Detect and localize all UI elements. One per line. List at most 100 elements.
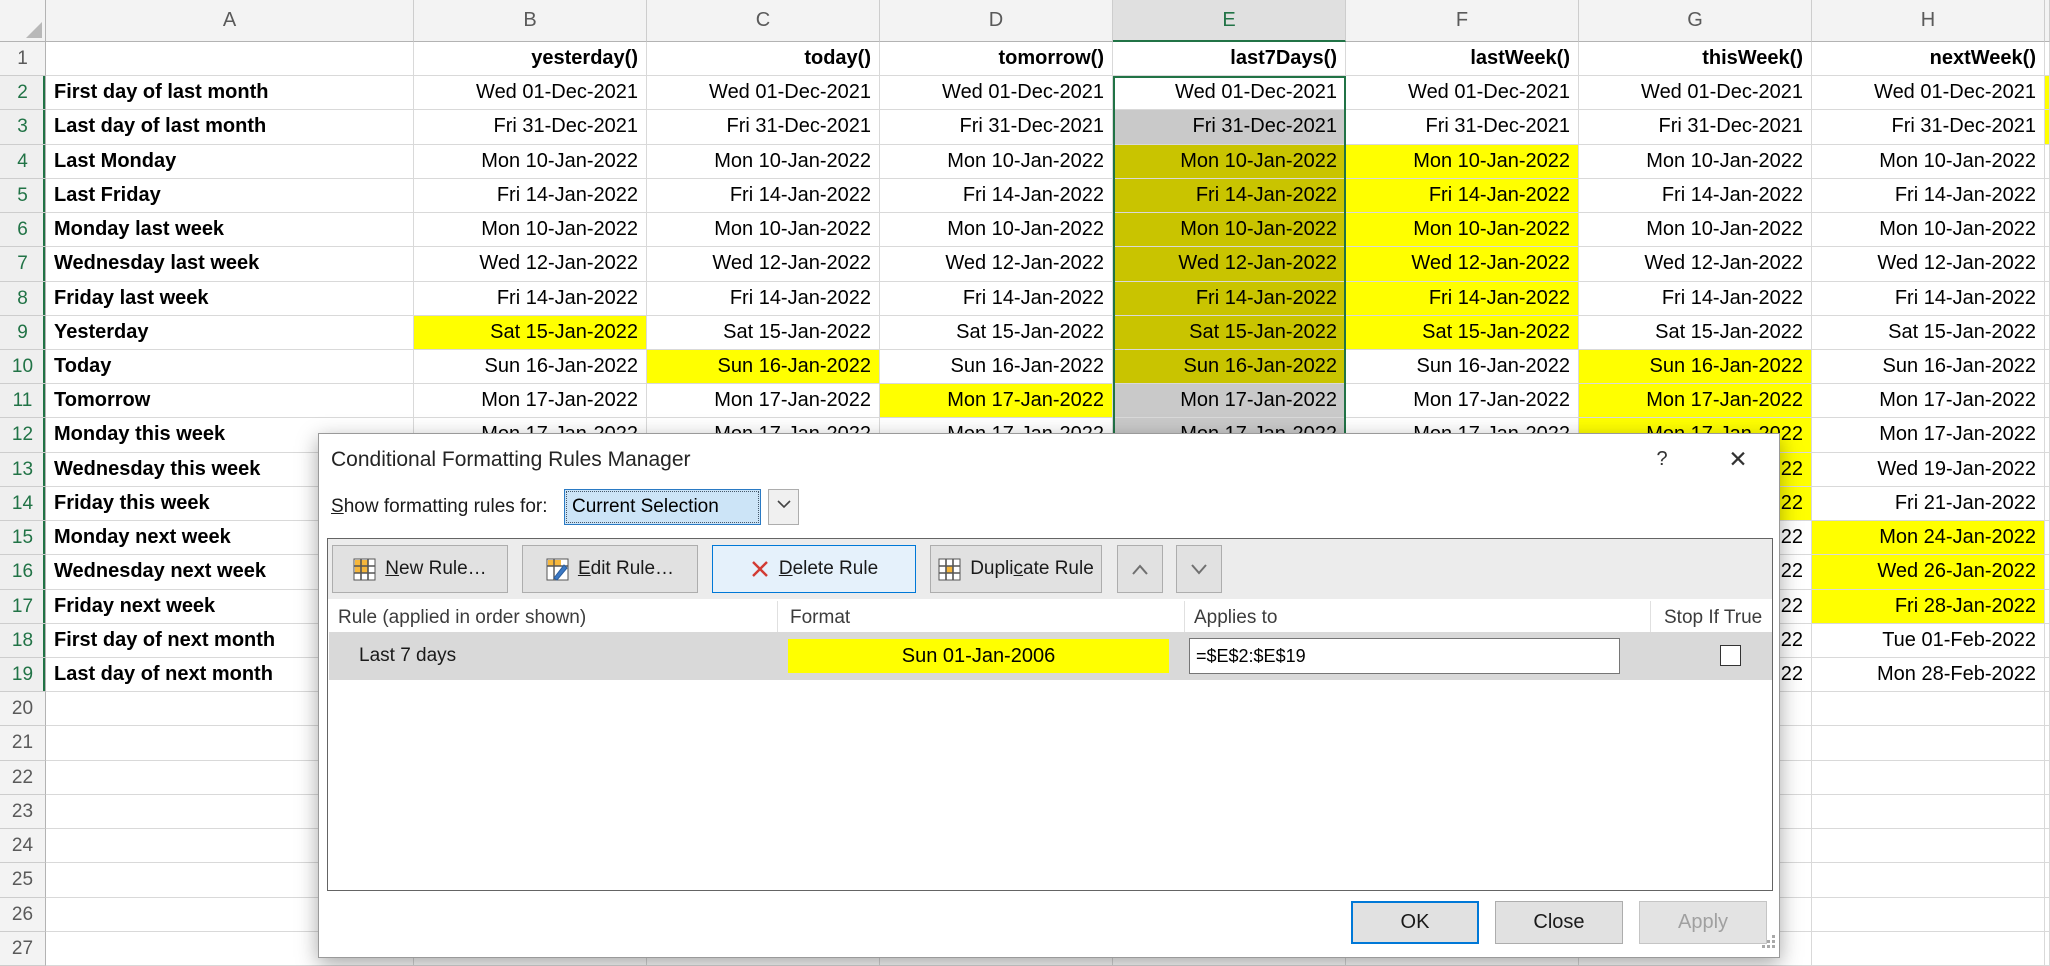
row-header-22[interactable]: 22 bbox=[0, 761, 46, 795]
close-icon[interactable]: ✕ bbox=[1723, 444, 1753, 474]
row-header-26[interactable]: 26 bbox=[0, 898, 46, 932]
cell-H4[interactable]: Mon 10-Jan-2022 bbox=[1812, 145, 2045, 179]
cell-H16[interactable]: Wed 26-Jan-2022 bbox=[1812, 555, 2045, 589]
cell-D1[interactable]: tomorrow() bbox=[880, 42, 1113, 76]
apply-button-disabled[interactable]: Apply bbox=[1639, 901, 1767, 944]
row-header-19[interactable]: 19 bbox=[0, 658, 46, 692]
row-header-6[interactable]: 6 bbox=[0, 213, 46, 247]
cell-E7[interactable]: Wed 12-Jan-2022 bbox=[1113, 247, 1346, 281]
cell-C4[interactable]: Mon 10-Jan-2022 bbox=[647, 145, 880, 179]
cell-F9[interactable]: Sat 15-Jan-2022 bbox=[1346, 316, 1579, 350]
cell-H25[interactable] bbox=[1812, 863, 2045, 897]
cell-A7[interactable]: Wednesday last week bbox=[46, 247, 414, 281]
cell-G3[interactable]: Fri 31-Dec-2021 bbox=[1579, 110, 1812, 144]
cell-G10[interactable]: Sun 16-Jan-2022 bbox=[1579, 350, 1812, 384]
cell-A11[interactable]: Tomorrow bbox=[46, 384, 414, 418]
cell-B11[interactable]: Mon 17-Jan-2022 bbox=[414, 384, 647, 418]
cell-H1[interactable]: nextWeek() bbox=[1812, 42, 2045, 76]
applies-to-range-input[interactable]: =$E$2:$E$19 bbox=[1189, 638, 1620, 674]
row-header-3[interactable]: 3 bbox=[0, 110, 46, 144]
cell-A9[interactable]: Yesterday bbox=[46, 316, 414, 350]
cell-F5[interactable]: Fri 14-Jan-2022 bbox=[1346, 179, 1579, 213]
cell-H17[interactable]: Fri 28-Jan-2022 bbox=[1812, 590, 2045, 624]
cell-B5[interactable]: Fri 14-Jan-2022 bbox=[414, 179, 647, 213]
column-header-F[interactable]: F bbox=[1346, 0, 1579, 42]
cell-A2[interactable]: First day of last month bbox=[46, 76, 414, 110]
new-rule-button[interactable]: New Rule… bbox=[332, 545, 508, 593]
cell-D9[interactable]: Sat 15-Jan-2022 bbox=[880, 316, 1113, 350]
cell-H6[interactable]: Mon 10-Jan-2022 bbox=[1812, 213, 2045, 247]
cell-F4[interactable]: Mon 10-Jan-2022 bbox=[1346, 145, 1579, 179]
column-header-E[interactable]: E bbox=[1113, 0, 1346, 42]
cell-B6[interactable]: Mon 10-Jan-2022 bbox=[414, 213, 647, 247]
cell-H23[interactable] bbox=[1812, 795, 2045, 829]
ok-button[interactable]: OK bbox=[1351, 901, 1479, 944]
scope-dropdown-arrow-button[interactable] bbox=[768, 489, 799, 525]
cell-C8[interactable]: Fri 14-Jan-2022 bbox=[647, 282, 880, 316]
column-header-H[interactable]: H bbox=[1812, 0, 2045, 42]
delete-rule-button[interactable]: Delete Rule bbox=[712, 545, 916, 593]
cell-H14[interactable]: Fri 21-Jan-2022 bbox=[1812, 487, 2045, 521]
cell-E3[interactable]: Fri 31-Dec-2021 bbox=[1113, 110, 1346, 144]
cell-D3[interactable]: Fri 31-Dec-2021 bbox=[880, 110, 1113, 144]
cell-D11[interactable]: Mon 17-Jan-2022 bbox=[880, 384, 1113, 418]
scope-dropdown[interactable]: Current Selection bbox=[564, 489, 761, 525]
cell-E10[interactable]: Sun 16-Jan-2022 bbox=[1113, 350, 1346, 384]
cell-H21[interactable] bbox=[1812, 726, 2045, 760]
resize-grip[interactable] bbox=[1761, 934, 1776, 954]
cell-E1[interactable]: last7Days() bbox=[1113, 42, 1346, 76]
cell-E4[interactable]: Mon 10-Jan-2022 bbox=[1113, 145, 1346, 179]
duplicate-rule-button[interactable]: Duplicate Rule bbox=[930, 545, 1102, 593]
cell-A8[interactable]: Friday last week bbox=[46, 282, 414, 316]
cell-C7[interactable]: Wed 12-Jan-2022 bbox=[647, 247, 880, 281]
row-header-8[interactable]: 8 bbox=[0, 282, 46, 316]
cell-C11[interactable]: Mon 17-Jan-2022 bbox=[647, 384, 880, 418]
cell-H15[interactable]: Mon 24-Jan-2022 bbox=[1812, 521, 2045, 555]
row-header-1[interactable]: 1 bbox=[0, 42, 46, 76]
cell-B7[interactable]: Wed 12-Jan-2022 bbox=[414, 247, 647, 281]
cell-H13[interactable]: Wed 19-Jan-2022 bbox=[1812, 453, 2045, 487]
row-header-16[interactable]: 16 bbox=[0, 555, 46, 589]
cell-A3[interactable]: Last day of last month bbox=[46, 110, 414, 144]
row-header-13[interactable]: 13 bbox=[0, 453, 46, 487]
cell-F10[interactable]: Sun 16-Jan-2022 bbox=[1346, 350, 1579, 384]
cell-E8[interactable]: Fri 14-Jan-2022 bbox=[1113, 282, 1346, 316]
column-header-D[interactable]: D bbox=[880, 0, 1113, 42]
cell-F1[interactable]: lastWeek() bbox=[1346, 42, 1579, 76]
cell-H26[interactable] bbox=[1812, 898, 2045, 932]
column-header-C[interactable]: C bbox=[647, 0, 880, 42]
cell-D6[interactable]: Mon 10-Jan-2022 bbox=[880, 213, 1113, 247]
cell-E11[interactable]: Mon 17-Jan-2022 bbox=[1113, 384, 1346, 418]
edit-rule-button[interactable]: Edit Rule… bbox=[522, 545, 698, 593]
cell-F11[interactable]: Mon 17-Jan-2022 bbox=[1346, 384, 1579, 418]
cell-G9[interactable]: Sat 15-Jan-2022 bbox=[1579, 316, 1812, 350]
cell-G8[interactable]: Fri 14-Jan-2022 bbox=[1579, 282, 1812, 316]
help-icon[interactable]: ? bbox=[1647, 444, 1677, 474]
cell-A4[interactable]: Last Monday bbox=[46, 145, 414, 179]
cell-A10[interactable]: Today bbox=[46, 350, 414, 384]
row-header-18[interactable]: 18 bbox=[0, 624, 46, 658]
cell-G5[interactable]: Fri 14-Jan-2022 bbox=[1579, 179, 1812, 213]
column-header-B[interactable]: B bbox=[414, 0, 647, 42]
cell-G7[interactable]: Wed 12-Jan-2022 bbox=[1579, 247, 1812, 281]
row-header-9[interactable]: 9 bbox=[0, 316, 46, 350]
column-header-G[interactable]: G bbox=[1579, 0, 1812, 42]
cell-B10[interactable]: Sun 16-Jan-2022 bbox=[414, 350, 647, 384]
cell-H12[interactable]: Mon 17-Jan-2022 bbox=[1812, 418, 2045, 452]
row-header-5[interactable]: 5 bbox=[0, 179, 46, 213]
cell-A6[interactable]: Monday last week bbox=[46, 213, 414, 247]
cell-H24[interactable] bbox=[1812, 829, 2045, 863]
cell-G4[interactable]: Mon 10-Jan-2022 bbox=[1579, 145, 1812, 179]
cell-E2[interactable]: Wed 01-Dec-2021 bbox=[1113, 76, 1346, 110]
cell-D2[interactable]: Wed 01-Dec-2021 bbox=[880, 76, 1113, 110]
cell-A5[interactable]: Last Friday bbox=[46, 179, 414, 213]
row-header-23[interactable]: 23 bbox=[0, 795, 46, 829]
cell-F7[interactable]: Wed 12-Jan-2022 bbox=[1346, 247, 1579, 281]
row-header-17[interactable]: 17 bbox=[0, 590, 46, 624]
cell-F8[interactable]: Fri 14-Jan-2022 bbox=[1346, 282, 1579, 316]
cell-H5[interactable]: Fri 14-Jan-2022 bbox=[1812, 179, 2045, 213]
rule-list-row-selected[interactable]: Last 7 days Sun 01-Jan-2006 =$E$2:$E$19 bbox=[329, 632, 1772, 680]
cell-G1[interactable]: thisWeek() bbox=[1579, 42, 1812, 76]
cell-C1[interactable]: today() bbox=[647, 42, 880, 76]
cell-C9[interactable]: Sat 15-Jan-2022 bbox=[647, 316, 880, 350]
